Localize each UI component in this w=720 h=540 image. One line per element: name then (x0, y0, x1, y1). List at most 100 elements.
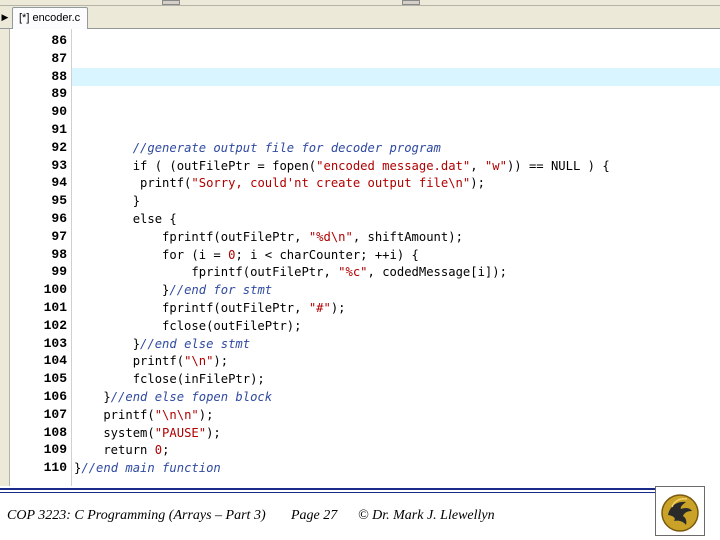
line-number: 88 (51, 68, 67, 84)
code-text: for (i = 0; i < charCounter; ++i) { (74, 246, 419, 264)
code-token: system( (74, 425, 155, 440)
code-line[interactable]: 90 (10, 103, 720, 121)
line-number: 110 (43, 460, 67, 476)
code-text: else { (74, 210, 177, 228)
code-string: "w" (484, 158, 507, 173)
code-text: fprintf(outFilePtr, "%c", codedMessage[i… (74, 263, 507, 281)
code-text: }//end for stmt (74, 281, 272, 299)
tab-scroll-right-icon[interactable]: ▶ (0, 9, 10, 25)
code-string: "\n\n" (154, 407, 199, 422)
line-number: 98 (51, 246, 67, 262)
code-line[interactable]: 95 } (10, 192, 720, 210)
code-line[interactable]: 105 fclose(inFilePtr); (10, 370, 720, 388)
code-line[interactable]: 93 if ( (outFilePtr = fopen("encoded mes… (10, 157, 720, 175)
code-line[interactable]: 102 fclose(outFilePtr); (10, 317, 720, 335)
code-token: return (74, 443, 155, 458)
code-comment: //end else fopen block (110, 390, 273, 404)
code-line[interactable]: 110 }//end main function (10, 459, 720, 477)
line-number: 103 (43, 335, 67, 351)
code-text: }//end else fopen block (74, 388, 272, 406)
code-line[interactable]: 100 }//end for stmt (10, 281, 720, 299)
code-line[interactable]: 87 (10, 50, 720, 68)
code-token: if ( (outFilePtr = fopen( (74, 158, 317, 173)
footer-divider (0, 492, 655, 493)
code-comment: //end main function (81, 461, 221, 476)
code-token: , shiftAmount); (352, 229, 463, 244)
line-number: 104 (43, 353, 67, 369)
code-text: //generate output file for decoder progr… (74, 139, 441, 157)
code-text: printf("\n"); (74, 352, 228, 370)
line-number: 89 (51, 86, 67, 102)
code-token: ; i < charCounter; ++i) { (235, 247, 419, 262)
scrollbar-thumb[interactable] (402, 0, 420, 5)
code-token: printf( (74, 354, 185, 369)
code-line[interactable]: 94 printf("Sorry, could'nt create output… (10, 174, 720, 192)
code-line[interactable]: 99 fprintf(outFilePtr, "%c", codedMessag… (10, 263, 720, 281)
code-token: fclose(inFilePtr); (74, 372, 265, 387)
code-string: "%c" (338, 265, 368, 280)
code-line[interactable]: 101 fprintf(outFilePtr, "#"); (10, 299, 720, 317)
footer-course-title: COP 3223: C Programming (Arrays – Part 3… (7, 508, 266, 523)
code-token: ); (213, 354, 229, 369)
code-line[interactable]: 108 system("PAUSE"); (10, 424, 720, 442)
code-line[interactable]: 96 else { (10, 210, 720, 228)
code-token: fprintf(outFilePtr, (74, 229, 309, 244)
code-line[interactable]: 86 (10, 32, 720, 50)
code-line[interactable]: 92 //generate output file for decoder pr… (10, 139, 720, 157)
code-token: printf( (74, 176, 192, 191)
footer-divider (0, 488, 655, 490)
code-text: system("PAUSE"); (74, 424, 221, 442)
code-token: ); (198, 407, 214, 422)
code-line[interactable]: 107 printf("\n\n"); (10, 406, 720, 424)
line-number: 94 (51, 175, 67, 191)
code-line[interactable]: 103 }//end else stmt (10, 335, 720, 353)
code-token: printf( (74, 407, 155, 422)
code-string: "#" (308, 301, 331, 315)
code-editor[interactable]: 86 87 88 89 90 91 92 //generate output file fo… (0, 29, 720, 486)
code-line[interactable]: 89 (10, 85, 720, 103)
scrollbar-thumb[interactable] (162, 0, 180, 5)
code-token: )) == NULL ) { (506, 158, 610, 173)
line-number: 96 (51, 211, 67, 226)
footer-author: © Dr. Mark J. Llewellyn (358, 508, 495, 523)
code-line[interactable]: 97 fprintf(outFilePtr, "%d\n", shiftAmou… (10, 228, 720, 246)
code-token: else { (74, 212, 177, 226)
code-token: } (74, 390, 111, 404)
tab-encoder-c[interactable]: [*] encoder.c (12, 7, 88, 29)
code-token: } (74, 194, 141, 209)
code-token: , (470, 158, 485, 173)
code-text: fclose(inFilePtr); (74, 370, 265, 388)
code-text: fprintf(outFilePtr, "#"); (74, 299, 345, 317)
line-number: 106 (43, 389, 67, 404)
code-token: fclose(outFilePtr); (74, 318, 302, 333)
code-line[interactable]: 91 (10, 121, 720, 139)
editor-left-margin (0, 29, 10, 486)
code-line[interactable]: 98 for (i = 0; i < charCounter; ++i) { (10, 246, 720, 264)
code-token: , codedMessage[i]); (367, 265, 507, 280)
tab-bar: ▶ [*] encoder.c (0, 6, 720, 29)
code-text: return 0; (74, 441, 169, 459)
code-token: ); (206, 425, 221, 440)
line-number: 100 (43, 282, 67, 298)
code-text: }//end else stmt (74, 335, 250, 353)
line-number: 86 (51, 33, 67, 48)
line-number: 93 (51, 157, 67, 173)
code-token: ; (162, 443, 170, 458)
line-number: 102 (43, 317, 67, 333)
line-number: 95 (51, 193, 67, 209)
code-text: printf("Sorry, could'nt create output fi… (74, 174, 485, 192)
code-line[interactable]: 104 printf("\n"); (10, 352, 720, 370)
code-line[interactable]: 109 return 0; (10, 441, 720, 459)
code-number: 0 (154, 443, 163, 458)
code-line[interactable]: 88 (10, 68, 720, 86)
line-number: 107 (43, 406, 67, 422)
code-token: fprintf(outFilePtr, (74, 301, 309, 315)
line-number: 90 (51, 104, 67, 120)
code-text: }//end main function (74, 459, 221, 477)
code-line[interactable]: 106 }//end else fopen block (10, 388, 720, 406)
line-number: 99 (51, 264, 67, 280)
code-token: } (74, 336, 141, 351)
code-text: fclose(outFilePtr); (74, 317, 301, 335)
code-token: } (74, 283, 170, 298)
